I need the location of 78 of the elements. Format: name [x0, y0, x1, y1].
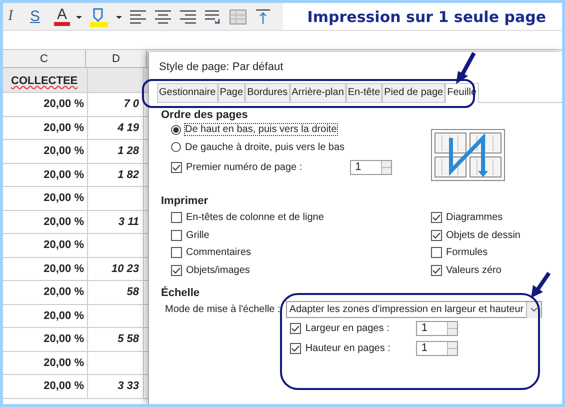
table-cell: 20,00 % — [3, 234, 88, 256]
font-color-button[interactable]: A — [54, 7, 70, 26]
section-heading: Ordre des pages — [161, 109, 249, 121]
checkbox[interactable] — [290, 342, 302, 354]
radio-label[interactable]: De haut en bas, puis vers la droite — [185, 124, 337, 136]
checkbox[interactable] — [431, 264, 442, 276]
table-cell: 20,00 % — [3, 140, 88, 162]
italic-button[interactable]: I — [5, 8, 16, 25]
highlighter-icon[interactable] — [88, 6, 110, 28]
checkbox-label[interactable]: Commentaires — [186, 247, 252, 258]
spin-field[interactable]: 1 — [416, 340, 458, 356]
tab[interactable]: En-tête — [346, 83, 382, 102]
checkbox[interactable] — [171, 247, 182, 258]
table-cell: 20,00 % — [3, 164, 88, 186]
checkbox-label[interactable]: Diagrammes — [446, 212, 503, 224]
checkbox[interactable] — [171, 212, 182, 224]
table-cell: 7 0 — [124, 98, 139, 110]
column-header[interactable]: D — [86, 50, 147, 67]
checkbox[interactable] — [290, 322, 302, 334]
table-cell: COLLECTEE — [3, 68, 88, 92]
checkbox-label[interactable]: Largeur en pages : — [305, 322, 400, 334]
checkbox[interactable] — [171, 162, 182, 172]
checkbox-label[interactable]: Valeurs zéro — [446, 264, 502, 276]
annotation-arrow — [455, 51, 477, 85]
radio-button[interactable] — [171, 124, 181, 135]
tab[interactable]: Page — [218, 83, 246, 102]
checkbox-label[interactable]: Grille — [186, 230, 210, 241]
spin-field[interactable]: 1 — [350, 160, 392, 174]
tab[interactable]: Bordures — [245, 83, 290, 102]
table-cell: 20,00 % — [3, 304, 88, 327]
section-heading: Imprimer — [161, 195, 210, 207]
table-cell: 20,00 % — [3, 258, 88, 280]
merge-cells-icon[interactable] — [228, 8, 248, 26]
checkbox-label[interactable]: En-têtes de colonne et de ligne — [186, 212, 324, 224]
table-cell: 20,00 % — [3, 281, 88, 304]
table-cell: 3 33 — [118, 380, 139, 392]
table-cell: 4 19 — [118, 122, 139, 134]
table-cell: 3 11 — [118, 216, 139, 228]
checkbox-label[interactable]: Formules — [446, 247, 488, 258]
dialog-title: Style de page: Par défaut — [158, 60, 284, 75]
table-cell: 10 23 — [111, 262, 139, 274]
checkbox[interactable] — [171, 264, 182, 276]
align-right-icon[interactable] — [178, 8, 198, 26]
align-center-icon[interactable] — [153, 8, 174, 26]
scale-mode-dropdown[interactable]: Adapter les zones d'impression en largeur et hauteur — [286, 301, 542, 318]
align-left-icon[interactable] — [128, 8, 148, 26]
checkbox[interactable] — [431, 247, 442, 258]
checkbox[interactable] — [431, 230, 442, 241]
table-cell: 20,00 % — [3, 116, 88, 139]
table-cell: 1 82 — [118, 168, 139, 180]
checkbox-label[interactable]: Objets de dessin — [446, 230, 520, 241]
column-header[interactable]: C — [3, 50, 86, 67]
section-heading: Échelle — [161, 287, 201, 299]
strikethrough-button[interactable]: S — [27, 8, 44, 25]
table-cell: 20,00 % — [3, 93, 88, 116]
table-cell: 20,00 % — [3, 210, 88, 233]
tab[interactable]: Pied de page — [382, 83, 446, 102]
annotation-title: Impression sur 1 seule page — [283, 3, 562, 30]
table-cell: 20,00 % — [3, 187, 88, 210]
table-cell: 20,00 % — [3, 375, 88, 398]
table-cell: 58 — [126, 286, 139, 298]
annotation-arrow — [530, 271, 552, 299]
table-cell: 1 28 — [118, 145, 139, 157]
table-cell: 20,00 % — [3, 352, 88, 374]
table-cell: 5 58 — [118, 333, 139, 345]
field-label: Mode de mise à l'échelle : — [164, 303, 282, 316]
tab[interactable]: Arrière-plan — [290, 83, 346, 102]
radio-button[interactable] — [171, 142, 181, 152]
radio-label[interactable]: De gauche à droite, puis vers le bas — [185, 142, 345, 153]
spin-field[interactable]: 1 — [416, 320, 458, 336]
page-order-preview-icon — [431, 129, 505, 181]
checkbox-label[interactable]: Premier numéro de page : — [186, 162, 302, 172]
table-cell: 20,00 % — [3, 328, 88, 350]
tab[interactable]: Gestionnaire — [157, 83, 218, 102]
checkbox[interactable] — [171, 230, 182, 241]
checkbox-label[interactable]: Hauteur en pages : — [305, 342, 400, 354]
checkbox-label[interactable]: Objets/images — [186, 264, 250, 276]
checkbox[interactable] — [431, 212, 442, 224]
